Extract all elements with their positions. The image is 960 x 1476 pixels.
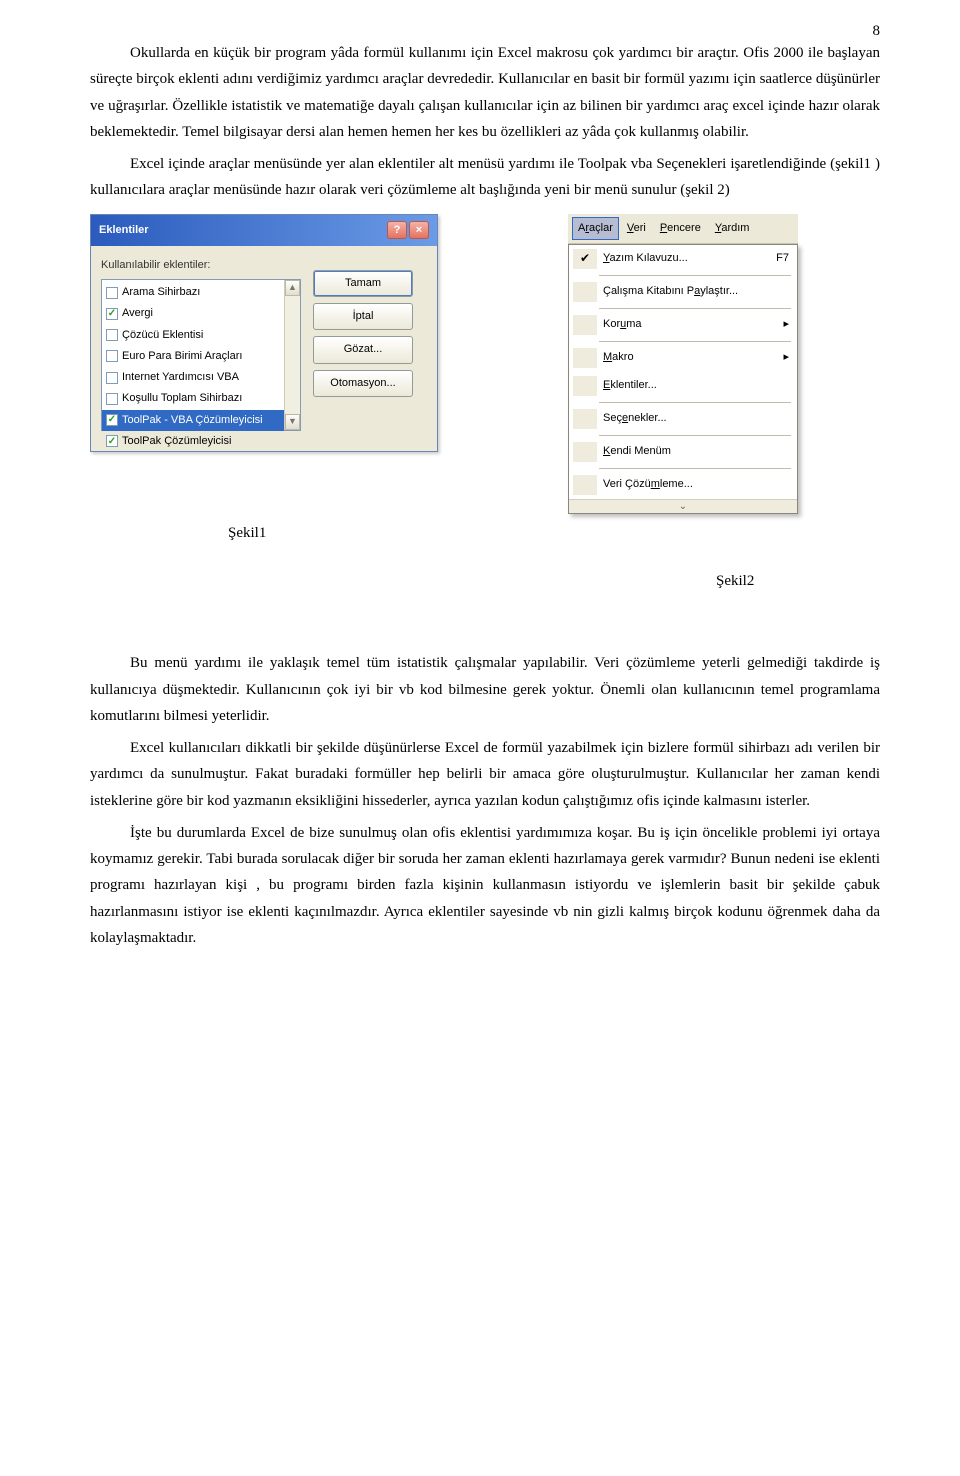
list-item-label: Avergi	[122, 304, 153, 323]
list-item[interactable]: ✓ ToolPak Çözümleyicisi	[102, 431, 284, 452]
help-button[interactable]: ?	[387, 221, 407, 239]
paragraph-2: Excel içinde araçlar menüsünde yer alan …	[90, 151, 880, 204]
page-number: 8	[873, 18, 881, 44]
menubar-item-data[interactable]: Veri	[621, 217, 652, 240]
menu-item-data-analysis[interactable]: Veri Çözümleme...	[569, 471, 797, 499]
dialog-title: Eklentiler	[99, 221, 149, 240]
list-item[interactable]: Koşullu Toplam Sihirbazı	[102, 388, 284, 409]
checkbox-checked[interactable]: ✓	[106, 435, 118, 447]
separator	[599, 341, 791, 342]
scroll-down-icon[interactable]: ▼	[285, 414, 300, 430]
scroll-up-icon[interactable]: ▲	[285, 280, 300, 296]
menubar: Araçlar Veri Pencere Yardım	[568, 214, 798, 244]
close-button[interactable]: ×	[409, 221, 429, 239]
paragraph-4: Excel kullanıcıları dikkatli bir şekilde…	[90, 735, 880, 814]
blank-icon	[573, 475, 597, 495]
blank-icon	[573, 282, 597, 302]
figure1-wrapper: Eklentiler ? × Kullanılabilir eklentiler…	[90, 214, 438, 514]
list-item-label: Koşullu Toplam Sihirbazı	[122, 389, 242, 408]
list-item[interactable]: Arama Sihirbazı	[102, 282, 284, 303]
separator	[599, 402, 791, 403]
browse-button[interactable]: Gözat...	[313, 336, 413, 363]
separator	[599, 468, 791, 469]
tools-dropdown: ✔ Yazım Kılavuzu... F7 Çalışma Kitabını …	[568, 244, 798, 514]
tools-menu: Araçlar Veri Pencere Yardım ✔ Yazım Kıla…	[568, 214, 798, 514]
menu-item-protection[interactable]: Koruma ▸	[569, 311, 797, 339]
checkbox[interactable]	[106, 287, 118, 299]
menu-item-macro[interactable]: Makro ▸	[569, 344, 797, 372]
list-item-label: Internet Yardımcısı VBA	[122, 368, 239, 387]
menubar-item-help[interactable]: Yardım	[709, 217, 756, 240]
blank-icon	[573, 442, 597, 462]
figure1-caption: Şekil1	[228, 520, 880, 546]
blank-icon	[573, 315, 597, 335]
expand-chevron-icon[interactable]: ⌄	[569, 499, 797, 513]
checkbox-checked[interactable]: ✓	[106, 414, 118, 426]
list-item-label: Arama Sihirbazı	[122, 283, 200, 302]
figure2-wrapper: Araçlar Veri Pencere Yardım ✔ Yazım Kıla…	[568, 214, 798, 514]
menu-item-spelling[interactable]: ✔ Yazım Kılavuzu... F7	[569, 245, 797, 273]
checkbox[interactable]	[106, 393, 118, 405]
checkbox[interactable]	[106, 329, 118, 341]
shortcut-label: F7	[776, 249, 789, 268]
scrollbar[interactable]: ▲ ▼	[284, 280, 300, 430]
list-item-label: ToolPak - VBA Çözümleyicisi	[122, 411, 263, 430]
blank-icon	[573, 348, 597, 368]
cancel-button[interactable]: İptal	[313, 303, 413, 330]
addins-dialog: Eklentiler ? × Kullanılabilir eklentiler…	[90, 214, 438, 453]
dialog-titlebar: Eklentiler ? ×	[91, 215, 437, 246]
list-item[interactable]: Çözücü Eklentisi	[102, 325, 284, 346]
submenu-arrow-icon: ▸	[783, 315, 789, 334]
list-item[interactable]: Euro Para Birimi Araçları	[102, 346, 284, 367]
blank-icon	[573, 409, 597, 429]
blank-icon	[573, 376, 597, 396]
checkbox[interactable]	[106, 372, 118, 384]
automation-button[interactable]: Otomasyon...	[313, 370, 413, 397]
ok-button[interactable]: Tamam	[313, 270, 413, 297]
list-item-label: ToolPak Çözümleyicisi	[122, 432, 231, 451]
menubar-item-window[interactable]: Pencere	[654, 217, 707, 240]
figure2-caption: Şekil2	[716, 568, 880, 594]
paragraph-1: Okullarda en küçük bir program yâda form…	[90, 40, 880, 145]
submenu-arrow-icon: ▸	[783, 348, 789, 367]
list-item[interactable]: Internet Yardımcısı VBA	[102, 367, 284, 388]
menubar-item-tools[interactable]: Araçlar	[572, 217, 619, 240]
separator	[599, 275, 791, 276]
list-item-label: Euro Para Birimi Araçları	[122, 347, 242, 366]
menu-item-my-menu[interactable]: Kendi Menüm	[569, 438, 797, 466]
paragraph-3: Bu menü yardımı ile yaklaşık temel tüm i…	[90, 650, 880, 729]
available-addins-label: Kullanılabilir eklentiler:	[101, 256, 301, 275]
spellcheck-icon: ✔	[573, 249, 597, 269]
separator	[599, 308, 791, 309]
list-item-label: Çözücü Eklentisi	[122, 326, 203, 345]
paragraph-5: İşte bu durumlarda Excel de bize sunulmu…	[90, 820, 880, 951]
addins-listbox[interactable]: Arama Sihirbazı ✓ Avergi Çözücü Eklentis…	[101, 279, 301, 431]
menu-item-options[interactable]: Seçenekler...	[569, 405, 797, 433]
list-item-selected[interactable]: ✓ ToolPak - VBA Çözümleyicisi	[102, 410, 284, 431]
list-item[interactable]: ✓ Avergi	[102, 303, 284, 324]
menu-item-share-workbook[interactable]: Çalışma Kitabını Paylaştır...	[569, 278, 797, 306]
separator	[599, 435, 791, 436]
checkbox-checked[interactable]: ✓	[106, 308, 118, 320]
checkbox[interactable]	[106, 350, 118, 362]
menu-item-addins[interactable]: Eklentiler...	[569, 372, 797, 400]
